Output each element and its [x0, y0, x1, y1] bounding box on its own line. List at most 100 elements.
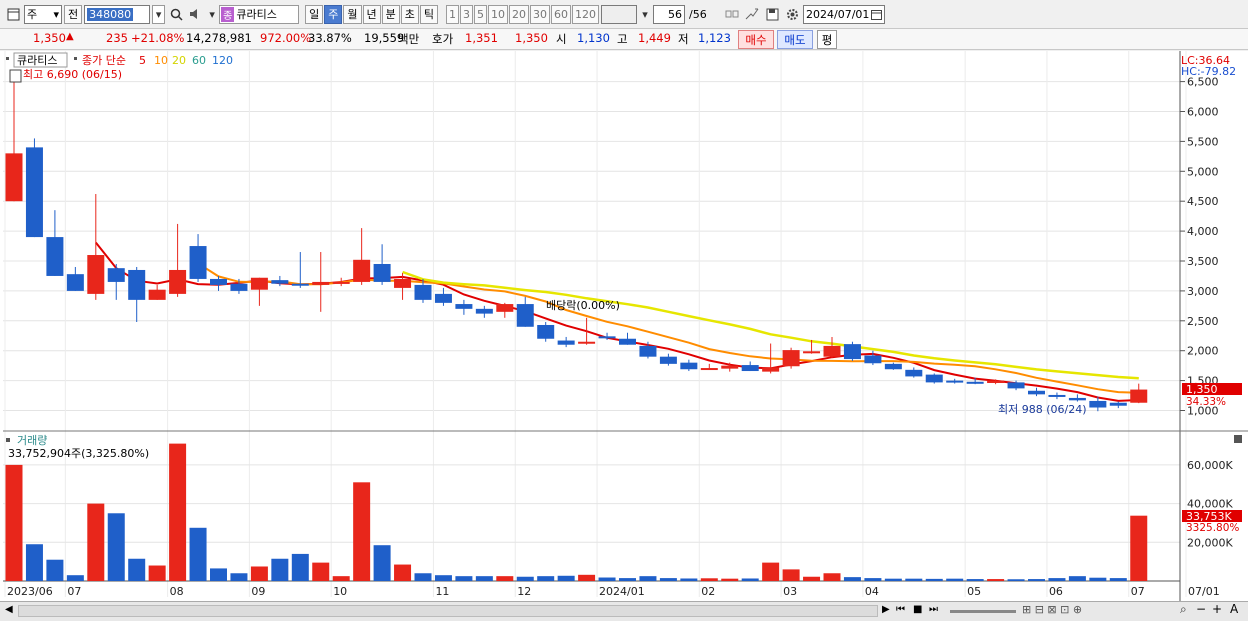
volume-bar: [782, 569, 800, 581]
link-icon[interactable]: [723, 5, 741, 24]
interval-custom-input[interactable]: [601, 4, 637, 24]
candle-body: [946, 380, 964, 383]
legend-ma-20: 20: [172, 54, 186, 67]
interval-button-60[interactable]: 60: [551, 4, 571, 24]
interval-button-120[interactable]: 120: [572, 4, 599, 24]
period-tab-1[interactable]: 주: [324, 4, 343, 24]
font-size-icon[interactable]: A: [1230, 602, 1238, 616]
volume-bar: [946, 578, 964, 581]
legend-bullet-icon: [6, 57, 9, 60]
toolbar: 주 ▾ 전 348080 ▾ ▾ 종 큐라티스 일주월년분초틱 1 3 5 10 20 3…: [0, 0, 1248, 28]
candle-body: [1028, 390, 1045, 395]
volume-bar: [291, 553, 309, 581]
interval-button-10[interactable]: 10: [488, 4, 508, 24]
volume-tick-label: 40,000K: [1187, 498, 1233, 511]
low-marker: 최저 988 (06/24): [998, 403, 1087, 416]
candle-body: [148, 289, 166, 300]
interval-dropdown-icon[interactable]: ▾: [639, 5, 651, 24]
open-label: 시: [556, 32, 567, 46]
period-tab-0[interactable]: 일: [305, 4, 324, 24]
candle-body: [394, 278, 412, 288]
volume-bar: [1068, 576, 1086, 581]
current-price: 1,350: [33, 31, 66, 45]
zoom-slider[interactable]: [950, 610, 1016, 613]
candle-body: [291, 283, 309, 286]
candle-body: [598, 336, 616, 339]
window-menu-icon[interactable]: [4, 5, 22, 24]
volume-bar: [496, 576, 514, 581]
eval-button[interactable]: 평: [817, 30, 837, 49]
sell-button[interactable]: 매도: [777, 30, 813, 49]
volume-last-pct: 3325.80%: [1186, 522, 1239, 534]
interval-button-1[interactable]: 1: [446, 4, 459, 24]
legend-ma-10: 10: [154, 54, 168, 67]
jump-start-icon[interactable]: ⏮: [896, 604, 905, 615]
period-tab-5[interactable]: 초: [400, 4, 419, 24]
interval-button-20[interactable]: 20: [509, 4, 529, 24]
scroll-left-icon[interactable]: ◀: [5, 604, 13, 615]
tool-icons[interactable]: ⊞ ⊟ ⊠ ⊡ ⊕: [1022, 603, 1082, 616]
period-tab-6[interactable]: 틱: [419, 4, 438, 24]
period-tab-3[interactable]: 년: [362, 4, 381, 24]
dividend-note: 배당락(0.00%): [546, 299, 620, 312]
y-tick-label: 4,500: [1187, 195, 1219, 208]
save-icon[interactable]: [763, 5, 781, 24]
interval-button-5[interactable]: 5: [474, 4, 487, 24]
legend-ma-5: 5: [139, 54, 146, 67]
volume-bar: [107, 513, 125, 581]
price-change: 235: [106, 31, 128, 45]
search-icon[interactable]: [167, 5, 185, 24]
candle-body: [66, 274, 84, 291]
interval-button-30[interactable]: 30: [530, 4, 550, 24]
volume-bar: [230, 573, 248, 581]
candle-body: [1048, 394, 1066, 397]
candle-body: [516, 304, 534, 327]
interval-button-3[interactable]: 3: [460, 4, 473, 24]
count-input[interactable]: 56: [653, 4, 685, 24]
zoom-icon[interactable]: ⌕: [1180, 602, 1187, 617]
code-input[interactable]: 348080: [84, 4, 151, 24]
jump-end-icon[interactable]: ⏭: [929, 604, 938, 615]
stop-icon[interactable]: ■: [913, 604, 922, 615]
period-tab-4[interactable]: 분: [381, 4, 400, 24]
candle-body: [803, 351, 821, 354]
gear-icon[interactable]: [783, 5, 801, 24]
stock-name-field[interactable]: 종 큐라티스: [219, 4, 300, 24]
high-price: 1,449: [638, 31, 671, 45]
candle-body: [312, 281, 330, 285]
zoom-in-icon[interactable]: +: [1212, 602, 1222, 616]
speaker-dropdown-icon[interactable]: ▾: [207, 5, 217, 24]
calendar-icon[interactable]: [871, 9, 882, 20]
candle-body: [721, 365, 739, 369]
expand-icon[interactable]: [743, 5, 761, 24]
code-dropdown-icon[interactable]: ▾: [152, 4, 166, 24]
speaker-icon[interactable]: [187, 5, 205, 24]
chevron-down-icon: ▾: [53, 7, 59, 21]
volume-bar: [169, 443, 187, 581]
prev-button[interactable]: 전: [64, 4, 83, 24]
candle-body: [25, 147, 43, 238]
volume-title: 거래량: [17, 434, 47, 447]
scroll-track[interactable]: [18, 605, 878, 617]
volume-bar: [864, 578, 882, 581]
period-tab-2[interactable]: 월: [343, 4, 362, 24]
y-tick-label: 3,000: [1187, 285, 1219, 298]
volume-bar: [987, 579, 1005, 581]
market-select[interactable]: 주 ▾: [24, 4, 62, 24]
zoom-out-icon[interactable]: −: [1196, 602, 1206, 616]
volume-bar: [66, 575, 84, 581]
date-input[interactable]: 2024/07/01: [803, 4, 885, 24]
calendar-marker-icon[interactable]: [9, 69, 22, 83]
volume-bar: [475, 576, 493, 581]
candle-body: [1089, 400, 1107, 408]
buy-button[interactable]: 매수: [738, 30, 774, 49]
x-tick-label: 09: [251, 585, 265, 598]
volume-pane-close-icon[interactable]: [1234, 435, 1242, 443]
candle-body: [639, 345, 657, 357]
volume-bullet-icon: [6, 438, 10, 442]
high-marker: 최고 6,690 (06/15): [23, 68, 122, 81]
scroll-right-icon[interactable]: ▶: [882, 604, 890, 615]
candle-body: [332, 281, 350, 284]
candle-body: [1109, 402, 1127, 406]
volume-bar: [619, 578, 636, 581]
